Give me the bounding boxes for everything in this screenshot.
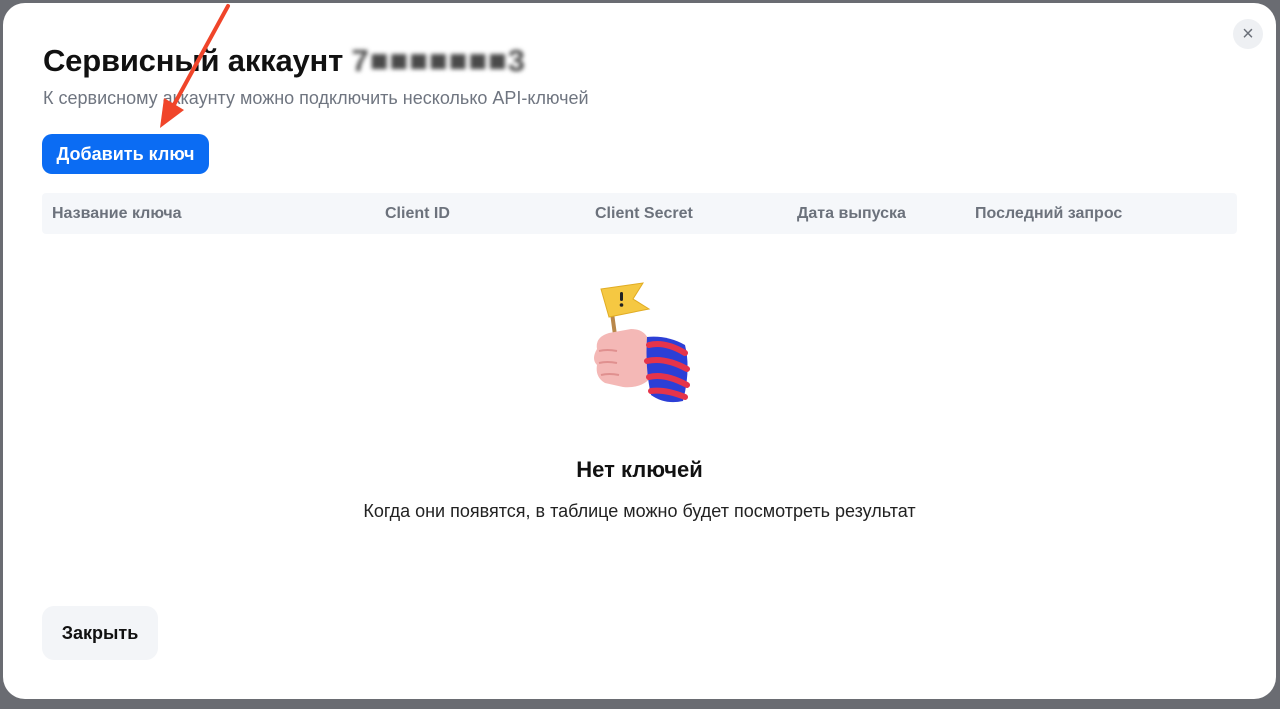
hand-flag-icon <box>594 282 690 403</box>
keys-table-header: Название ключа Client ID Client Secret Д… <box>42 193 1237 234</box>
add-key-button[interactable]: Добавить ключ <box>42 134 209 174</box>
column-header-last-request: Последний запрос <box>975 205 1123 222</box>
dialog-title: Сервисный аккаунт 7■■■■■■■3 <box>43 43 526 79</box>
close-icon[interactable]: × <box>1233 19 1263 49</box>
close-button[interactable]: Закрыть <box>42 606 158 660</box>
service-account-dialog: × Сервисный аккаунт 7■■■■■■■3 К сервисно… <box>3 3 1276 699</box>
column-header-key-name: Название ключа <box>52 205 182 222</box>
dialog-title-text: Сервисный аккаунт <box>43 43 344 78</box>
column-header-client-id: Client ID <box>385 205 450 222</box>
column-header-issue-date: Дата выпуска <box>797 205 906 222</box>
empty-state-text: Когда они появятся, в таблице можно буде… <box>363 501 916 521</box>
empty-state-illustration <box>587 279 697 409</box>
dialog-subtitle: К сервисному аккаунту можно подключить н… <box>43 88 589 108</box>
empty-state-title: Нет ключей <box>576 457 703 482</box>
column-header-client-secret: Client Secret <box>595 205 693 222</box>
masked-account-id: 7■■■■■■■3 <box>351 43 527 78</box>
